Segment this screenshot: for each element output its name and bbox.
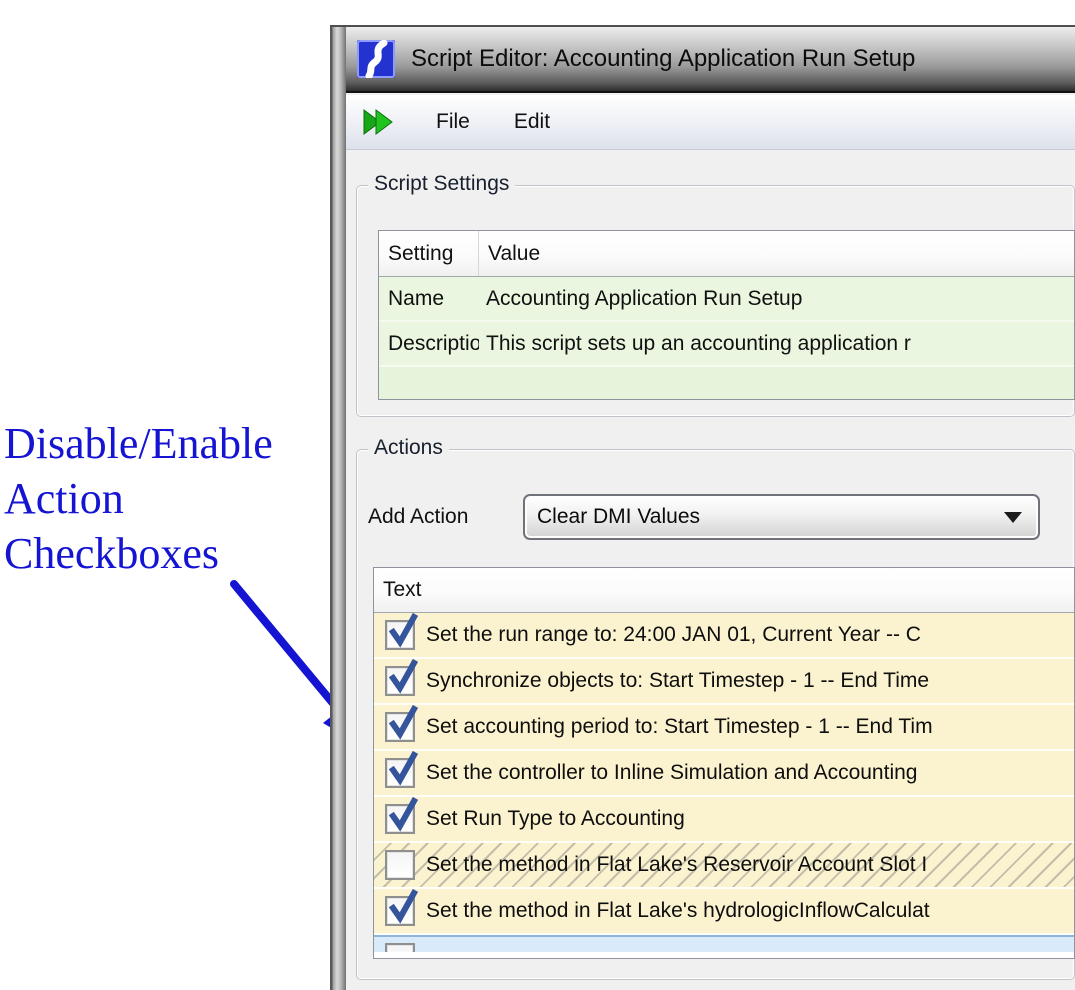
setting-name-cell: Name [379,287,479,311]
action-row[interactable]: Set the run range to: 24:00 JAN 01, Curr… [374,613,1074,657]
action-row[interactable]: Set the method in Flat Lake's Reservoir … [374,843,1074,887]
settings-table-header: Setting Value [379,231,1074,277]
column-header-value[interactable]: Value [479,231,1074,276]
settings-table-row[interactable]: Description This script sets up an accou… [379,322,1074,367]
annotation-line: Disable/Enable [4,416,273,471]
menu-file[interactable]: File [426,106,480,138]
actions-label: Actions [368,436,449,460]
action-row-partial[interactable] [374,935,1074,952]
annotation-line: Checkboxes [4,526,273,581]
action-row[interactable]: Set accounting period to: Start Timestep… [374,705,1074,749]
action-text: Set accounting period to: Start Timestep… [426,715,933,739]
action-row[interactable]: Set Run Type to Accounting [374,797,1074,841]
script-editor-window: Script Editor: Accounting Application Ru… [330,25,1075,990]
column-header-text[interactable]: Text [374,568,1074,612]
setting-name-cell: Description [379,332,479,356]
action-checkbox[interactable] [385,620,415,650]
window-left-border [330,27,346,990]
setting-value-cell: Accounting Application Run Setup [479,287,802,311]
action-text: Set the run range to: 24:00 JAN 01, Curr… [426,623,921,647]
script-settings-label: Script Settings [368,172,515,196]
column-header-setting[interactable]: Setting [379,231,479,276]
script-settings-table: Setting Value Name Accounting Applicatio… [378,230,1075,400]
run-script-fast-forward-icon[interactable] [362,106,398,138]
menu-bar: File Edit [346,95,1075,150]
action-checkbox[interactable] [385,758,415,788]
add-action-selected-value: Clear DMI Values [537,505,1004,529]
actions-list-body: Set the run range to: 24:00 JAN 01, Curr… [374,613,1074,952]
action-checkbox[interactable] [385,850,415,880]
action-text: Set Run Type to Accounting [426,807,685,831]
action-checkbox[interactable] [385,712,415,742]
settings-table-body: Name Accounting Application Run Setup De… [379,277,1074,400]
action-text: Set the controller to Inline Simulation … [426,761,917,785]
menu-edit[interactable]: Edit [504,106,560,138]
settings-table-row[interactable]: Name Accounting Application Run Setup [379,277,1074,322]
action-checkbox[interactable] [385,804,415,834]
action-row[interactable]: Synchronize objects to: Start Timestep -… [374,659,1074,703]
action-checkbox[interactable] [385,943,415,952]
action-checkbox[interactable] [385,896,415,926]
action-text: Set the method in Flat Lake's hydrologic… [426,899,930,923]
action-text: Set the method in Flat Lake's Reservoir … [426,853,927,877]
actions-list: Text Set the run range to: 24:00 JAN 01,… [373,567,1075,959]
riverware-app-icon [357,40,395,78]
add-action-combobox[interactable]: Clear DMI Values [523,494,1040,540]
action-text: Synchronize objects to: Start Timestep -… [426,669,929,693]
window-title: Script Editor: Accounting Application Ru… [411,45,915,73]
action-checkbox[interactable] [385,666,415,696]
actions-list-header: Text [374,568,1074,613]
add-action-label: Add Action [368,505,468,529]
annotation-line: Action [4,471,273,526]
setting-value-cell: This script sets up an accounting applic… [479,332,911,356]
annotation-disable-enable: Disable/Enable Action Checkboxes [4,416,273,581]
action-row[interactable]: Set the method in Flat Lake's hydrologic… [374,889,1074,933]
title-bar[interactable]: Script Editor: Accounting Application Ru… [346,27,1075,93]
chevron-down-icon [1004,512,1022,523]
action-row[interactable]: Set the controller to Inline Simulation … [374,751,1074,795]
